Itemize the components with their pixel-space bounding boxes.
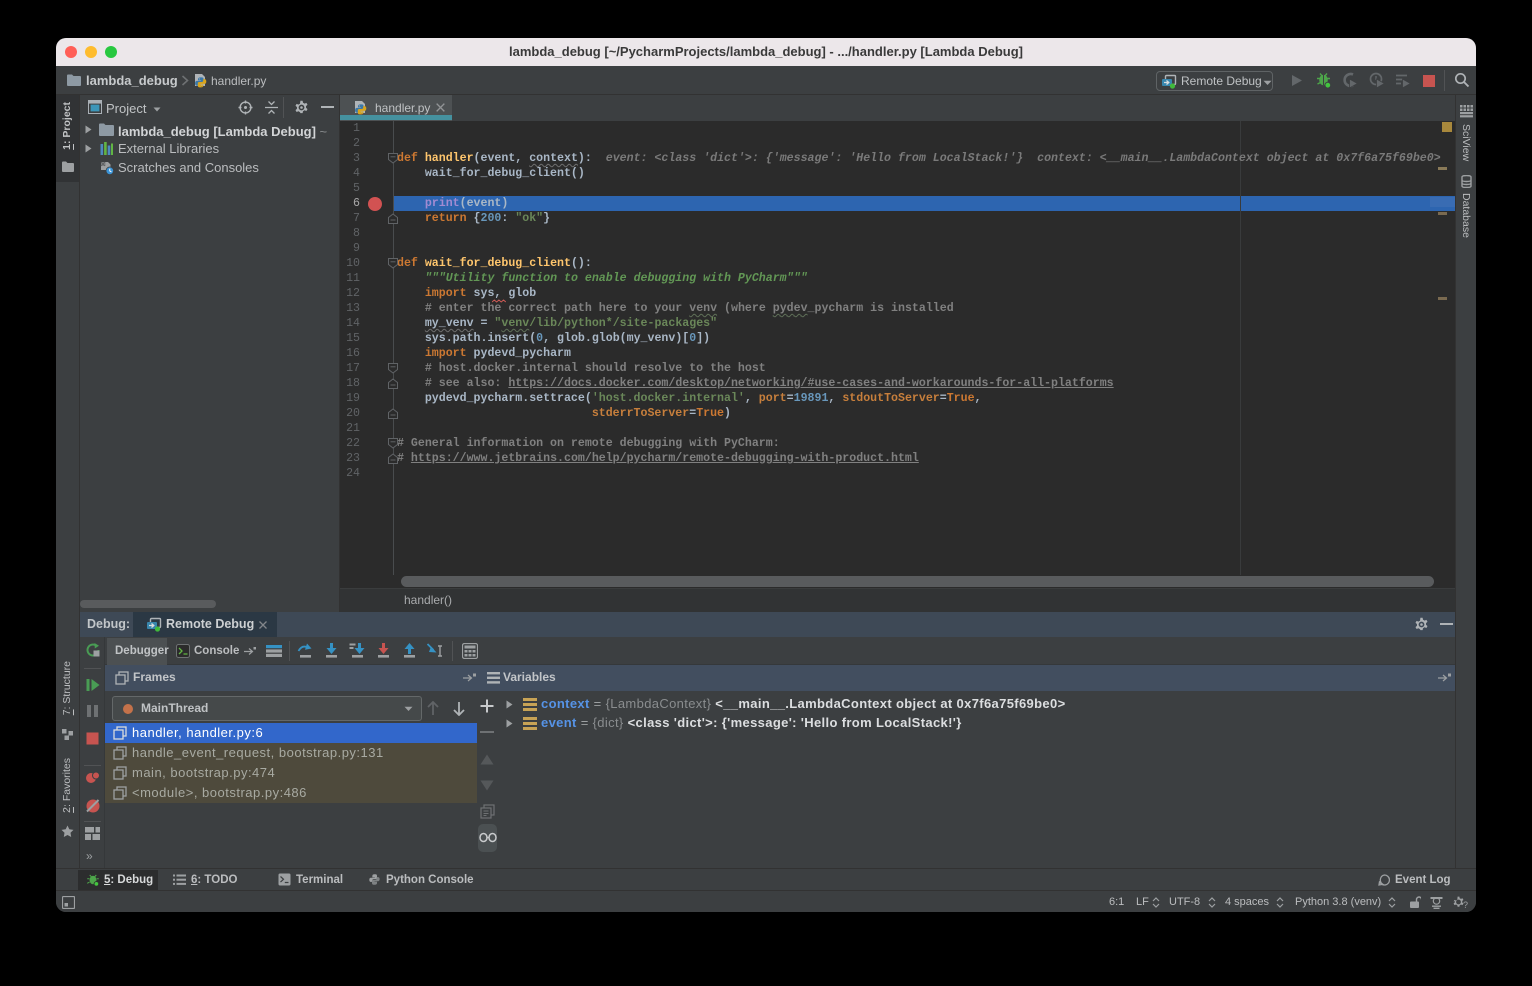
- svg-text:?: ?: [1463, 900, 1468, 909]
